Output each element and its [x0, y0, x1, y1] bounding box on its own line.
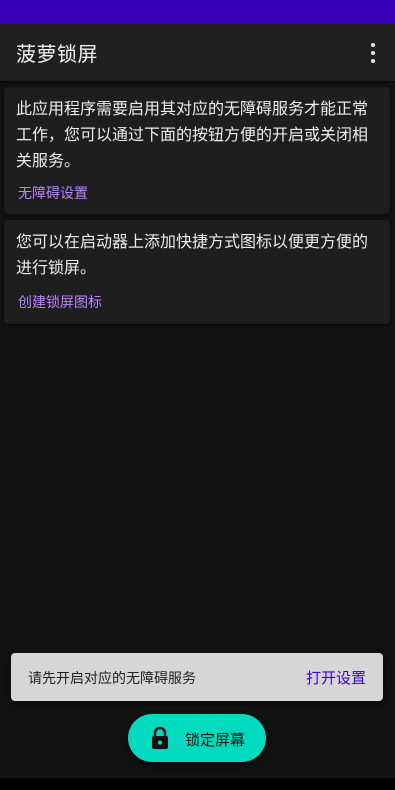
more-vert-icon[interactable]	[369, 43, 377, 63]
app-title: 菠萝锁屏	[16, 42, 98, 66]
lock-screen-label: 锁定屏幕	[185, 731, 246, 749]
snackbar-message: 请先开启对应的无障碍服务	[28, 671, 196, 687]
accessibility-card: 此应用程序需要启用其对应的无障碍服务才能正常工作，您可以通过下面的按钮方便的开启…	[4, 87, 390, 214]
accessibility-settings-button[interactable]: 无障碍设置	[18, 183, 88, 203]
open-settings-button[interactable]: 打开设置	[306, 667, 366, 688]
shortcut-card: 您可以在启动器上添加快捷方式图标以便更方便的进行锁屏。 创建锁屏图标	[4, 220, 390, 324]
create-shortcut-button[interactable]: 创建锁屏图标	[18, 292, 102, 312]
accessibility-description: 此应用程序需要启用其对应的无障碍服务才能正常工作，您可以通过下面的按钮方便的开启…	[16, 99, 369, 170]
shortcut-description: 您可以在启动器上添加快捷方式图标以便更方便的进行锁屏。	[16, 232, 369, 277]
app-bar: 菠萝锁屏	[0, 24, 395, 81]
lock-icon	[152, 726, 168, 749]
lock-screen-button[interactable]: 锁定屏幕	[128, 714, 266, 762]
navigation-bar	[0, 778, 395, 790]
snackbar: 请先开启对应的无障碍服务 打开设置	[11, 653, 383, 701]
status-bar	[0, 0, 395, 24]
